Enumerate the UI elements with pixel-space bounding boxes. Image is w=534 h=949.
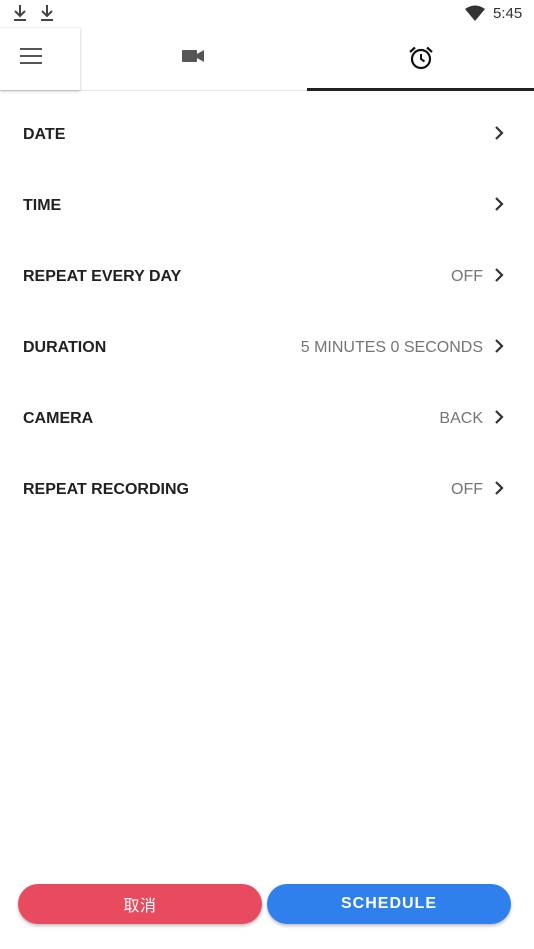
wifi-icon: [465, 5, 485, 21]
status-time: 5:45: [493, 5, 523, 22]
setting-value: 5 MINUTES 0 SECONDS: [300, 338, 483, 356]
chevron-right-icon: [495, 126, 504, 140]
schedule-button[interactable]: SCHEDULE: [267, 884, 511, 924]
cancel-button[interactable]: 取消: [18, 884, 262, 924]
setting-label: CAMERA: [23, 409, 94, 427]
setting-camera[interactable]: CAMERA BACK: [0, 383, 534, 454]
setting-label: REPEAT EVERY DAY: [23, 267, 182, 285]
chevron-right-icon: [495, 481, 504, 495]
setting-duration[interactable]: DURATION 5 MINUTES 0 SECONDS: [0, 312, 534, 383]
setting-label: TIME: [23, 196, 62, 214]
chevron-right-icon: [495, 268, 504, 282]
hamburger-menu-icon: [20, 48, 42, 64]
settings-list: DATE TIME REPEAT EVERY DAY OFF DURATION …: [0, 99, 534, 525]
download-icon: [14, 5, 26, 21]
tab-bar: [0, 28, 534, 91]
status-bar: 5:45: [0, 0, 534, 28]
alarm-clock-icon: [409, 46, 433, 70]
setting-value: OFF: [451, 480, 483, 498]
setting-repeat-recording[interactable]: REPEAT RECORDING OFF: [0, 454, 534, 525]
setting-label: DATE: [23, 125, 66, 143]
download-icon: [41, 5, 53, 21]
setting-date[interactable]: DATE: [0, 99, 534, 170]
chevron-right-icon: [495, 410, 504, 424]
video-camera-icon: [182, 50, 204, 62]
chevron-right-icon: [495, 197, 504, 211]
setting-time[interactable]: TIME: [0, 170, 534, 241]
tab-schedule[interactable]: [307, 28, 534, 91]
setting-label: REPEAT RECORDING: [23, 480, 189, 498]
tab-video[interactable]: [80, 28, 307, 90]
setting-label: DURATION: [23, 338, 107, 356]
setting-repeat-every-day[interactable]: REPEAT EVERY DAY OFF: [0, 241, 534, 312]
menu-button[interactable]: [0, 28, 80, 90]
tab-indicator: [307, 88, 534, 91]
setting-value: BACK: [439, 409, 483, 427]
setting-value: OFF: [451, 267, 483, 285]
chevron-right-icon: [495, 339, 504, 353]
